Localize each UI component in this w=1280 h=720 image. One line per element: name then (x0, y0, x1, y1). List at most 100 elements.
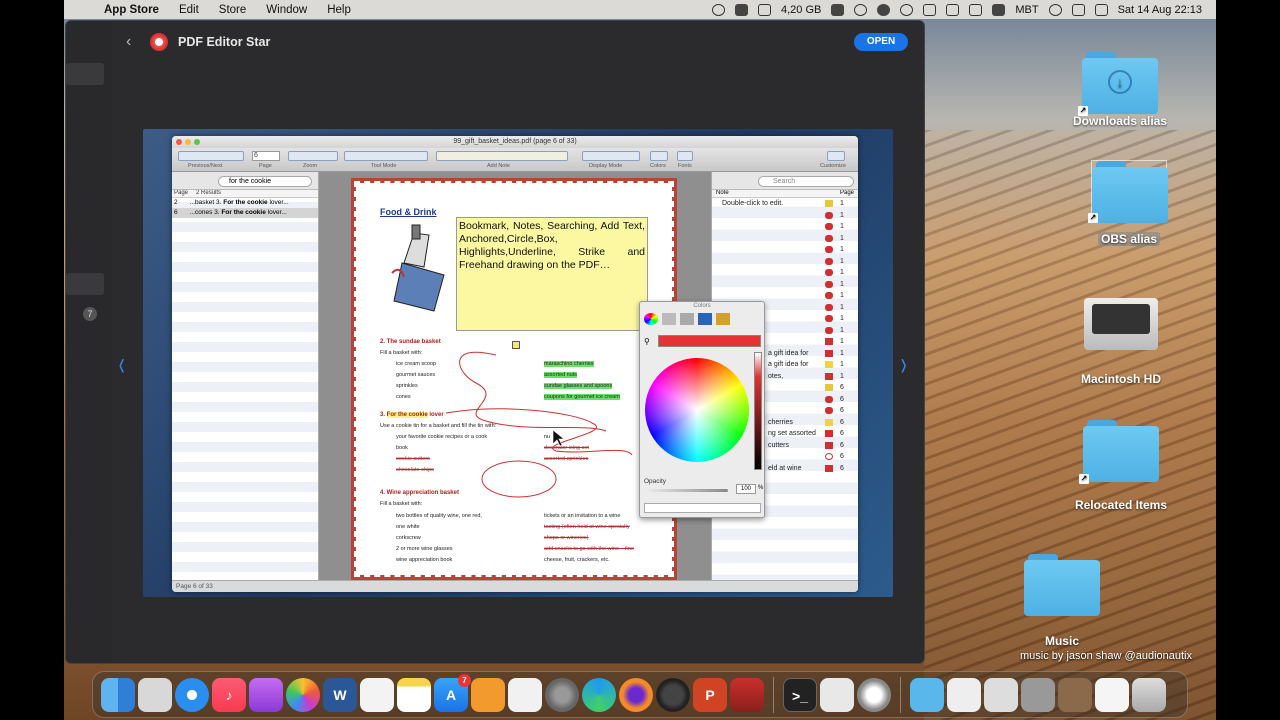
open-button[interactable]: OPEN (854, 33, 908, 51)
pencils-tab-icon[interactable] (716, 313, 730, 325)
note-row[interactable]: 1 (712, 244, 858, 256)
storage-readout[interactable]: 4,20 GB (781, 4, 821, 16)
control-center-icon[interactable] (1071, 3, 1085, 16)
macintosh-hd[interactable]: Macintosh HD (1070, 298, 1172, 386)
tips-icon[interactable] (820, 677, 854, 712)
tool-mode-buttons[interactable] (344, 151, 428, 161)
zoom-window-icon[interactable] (194, 139, 200, 145)
back-chevron-icon[interactable]: ‹ (126, 33, 140, 51)
clapper-icon[interactable] (734, 3, 748, 16)
app-store-dock-icon[interactable]: A7 (434, 673, 471, 712)
fonts-button[interactable] (677, 151, 693, 161)
obs-alias[interactable]: ↗ OBS alias (1082, 160, 1176, 246)
notes-search-input[interactable]: Search (758, 176, 854, 187)
safari-icon[interactable] (175, 677, 209, 712)
freehand-annotations[interactable] (356, 183, 672, 575)
word-icon[interactable]: W (323, 677, 357, 712)
prev-screenshot-chevron-icon[interactable]: ‹ (119, 347, 125, 381)
color-swatch-strip[interactable] (644, 503, 761, 513)
note-row[interactable]: 1 (712, 210, 858, 222)
pdf-page[interactable]: Food & Drink Bookmark, Notes, Searching,… (351, 178, 677, 580)
sliders-tab-icon[interactable] (662, 313, 676, 325)
stack-icon[interactable] (984, 677, 1018, 712)
downloads-alias[interactable]: ↓ ↗ Downloads alias (1068, 52, 1172, 128)
result-row[interactable]: 6 ...cones 3. For the cookie lover... (172, 208, 318, 218)
launchpad-icon[interactable] (138, 677, 172, 712)
prev-next-buttons[interactable] (178, 151, 244, 161)
menu-help[interactable]: Help (317, 4, 361, 16)
minimize-icon[interactable] (185, 139, 191, 145)
keyboard-icon[interactable] (831, 3, 845, 16)
customize-button[interactable] (827, 151, 845, 161)
brightness-slider[interactable] (754, 352, 762, 470)
note-row[interactable]: 1 (712, 221, 858, 233)
relocated-items[interactable]: ↗ Relocated Items (1066, 420, 1176, 512)
note-row[interactable]: 1 (712, 267, 858, 279)
left-search-input[interactable]: for the cookie (218, 176, 312, 187)
photos-icon[interactable] (286, 677, 320, 712)
eyedropper-icon[interactable]: ⚲ (644, 337, 650, 346)
system-preferences-icon[interactable] (545, 677, 579, 712)
input-source[interactable]: MBT (1015, 4, 1038, 16)
opacity-slider[interactable] (644, 489, 728, 492)
window-capture-icon[interactable] (730, 677, 764, 712)
battery-icon[interactable] (992, 3, 1006, 16)
zoom-buttons[interactable] (288, 151, 338, 161)
memory-icon[interactable] (757, 3, 771, 16)
close-icon[interactable] (176, 139, 182, 145)
books-icon[interactable] (471, 677, 505, 712)
note-row[interactable]: 1 (712, 290, 858, 302)
page-input[interactable]: 6 (252, 151, 280, 161)
firefox-icon[interactable] (619, 677, 653, 712)
finder-icon[interactable] (101, 677, 135, 712)
display-mode-buttons[interactable] (582, 151, 640, 161)
spotlight-icon[interactable] (1048, 3, 1062, 16)
selected-color-swatch[interactable] (658, 335, 761, 347)
stack-icon[interactable] (1095, 677, 1129, 712)
stack-icon[interactable] (947, 677, 981, 712)
notes-icon[interactable] (397, 677, 431, 712)
podcasts-icon[interactable] (249, 677, 283, 712)
note-row[interactable]: 1 (712, 233, 858, 245)
add-note-buttons[interactable] (436, 151, 568, 161)
sidebar-item[interactable] (66, 63, 104, 85)
music-app-icon[interactable]: ♪ (212, 677, 246, 712)
powerpoint-icon[interactable]: P (693, 677, 727, 712)
note-row[interactable]: 1 (712, 256, 858, 268)
siri-icon[interactable] (1094, 3, 1108, 16)
menu-window[interactable]: Window (256, 4, 317, 16)
brightness-icon[interactable] (854, 3, 868, 16)
obs-icon[interactable] (656, 677, 690, 712)
menu-edit[interactable]: Edit (169, 4, 209, 16)
colors-button[interactable] (650, 151, 668, 161)
result-row[interactable]: 2 ...basket 3. For the cookie lover... (172, 198, 318, 208)
stack-icon[interactable] (1021, 677, 1055, 712)
display-icon[interactable] (923, 3, 937, 16)
sidebar-item[interactable] (66, 273, 104, 295)
record-icon[interactable] (877, 3, 891, 16)
textedit-icon[interactable] (360, 677, 394, 712)
music-folder[interactable]: Music (1012, 554, 1112, 648)
stack-icon[interactable] (1058, 677, 1092, 712)
trash-icon[interactable] (1132, 677, 1166, 712)
kindle-icon[interactable] (508, 677, 542, 712)
time-machine-icon[interactable] (900, 3, 914, 16)
menu-app-name[interactable]: App Store (94, 4, 169, 16)
obs-status-icon[interactable] (711, 3, 725, 16)
image-palette-tab-icon[interactable] (698, 313, 712, 325)
color-wheel[interactable] (645, 358, 749, 462)
note-row[interactable]: 1 (712, 279, 858, 291)
volume-icon[interactable] (946, 3, 960, 16)
edge-icon[interactable] (582, 677, 616, 712)
palettes-tab-icon[interactable] (680, 313, 694, 325)
opacity-input[interactable]: 100 (736, 484, 756, 494)
color-wheel-tab-icon[interactable] (644, 313, 658, 325)
next-screenshot-chevron-icon[interactable]: › (901, 347, 907, 381)
note-row[interactable]: Double-click to edit. 1 (712, 198, 858, 210)
downloads-stack-icon[interactable] (910, 677, 944, 712)
terminal-icon[interactable]: >_ (783, 677, 817, 712)
menu-clock[interactable]: Sat 14 Aug 22:13 (1118, 4, 1202, 16)
bluetooth-icon[interactable] (969, 3, 983, 16)
screenshot-app-icon[interactable] (857, 677, 891, 712)
menu-store[interactable]: Store (209, 4, 257, 16)
